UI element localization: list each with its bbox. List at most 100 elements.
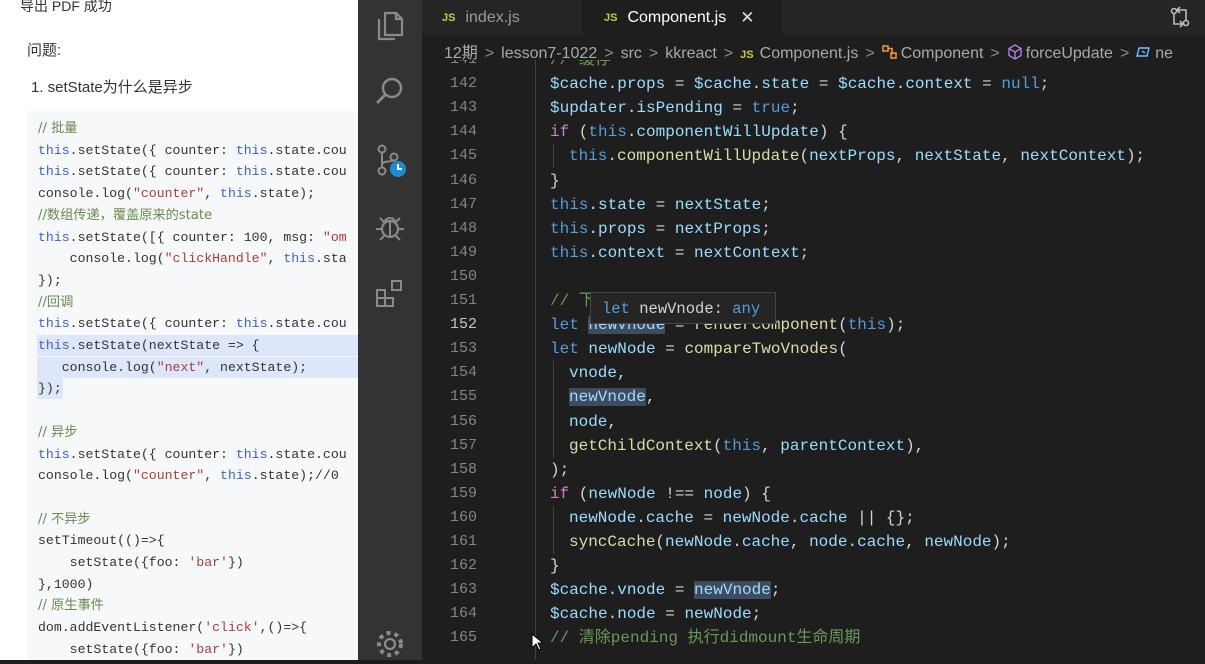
- code-line[interactable]: syncCache(newNode.cache, node.cache, new…: [569, 530, 1011, 554]
- code-line[interactable]: newNode.cache = newNode.cache || {};: [569, 506, 915, 530]
- tab-index-js[interactable]: JS index.js: [442, 0, 582, 35]
- doc-code-token: this: [38, 164, 70, 180]
- extensions-icon[interactable]: [370, 274, 410, 314]
- doc-code-token: ,()=>{: [259, 620, 308, 636]
- code-token: =: [655, 340, 685, 359]
- line-number: 144: [449, 123, 477, 141]
- doc-code-token: 'click': [204, 620, 260, 636]
- code-token: this: [569, 147, 608, 166]
- code-token: .: [607, 581, 618, 600]
- activity-bar: [358, 0, 422, 660]
- code-token: node: [809, 533, 848, 551]
- doc-code-token: this: [235, 164, 268, 180]
- compare-changes-icon[interactable]: [1169, 6, 1191, 33]
- code-token: if: [550, 123, 570, 142]
- code-line[interactable]: $cache.vnode = newVnode;: [550, 578, 780, 602]
- code-token: this: [550, 243, 589, 262]
- doc-code-token: "om: [322, 229, 347, 245]
- indent-guide: [553, 505, 554, 555]
- line-number: 145: [449, 147, 477, 165]
- code-token: .: [626, 123, 637, 142]
- doc-code-line: this.setState({ counter: this.state.cou: [38, 140, 347, 161]
- code-token: }: [550, 557, 560, 576]
- code-line[interactable]: this.context = nextContext;: [550, 241, 809, 265]
- code-line[interactable]: if (newNode !== node) {: [550, 482, 771, 506]
- source-control-icon[interactable]: [370, 140, 410, 180]
- code-token: nextState: [914, 147, 1002, 166]
- code-token: newNode: [722, 508, 790, 527]
- code-line[interactable]: vnode,: [569, 361, 627, 385]
- code-token: // 缓存: [550, 60, 611, 69]
- code-line[interactable]: if (this.componentWillUpdate) {: [550, 120, 848, 144]
- code-token: ;: [751, 605, 762, 624]
- code-token: );: [1125, 147, 1146, 166]
- doc-code-token: 'bar': [188, 555, 228, 570]
- line-number: 160: [449, 508, 477, 526]
- doc-code-token: this: [235, 446, 268, 462]
- code-line[interactable]: this.state = nextState;: [550, 193, 771, 217]
- code-token: (: [713, 436, 723, 455]
- code-line[interactable]: let newNode = compareTwoVnodes(: [550, 337, 848, 361]
- doc-code-token: this: [220, 186, 252, 202]
- code-line[interactable]: );: [550, 458, 569, 482]
- method-symbol-icon: [1007, 44, 1023, 60]
- code-token: nextContext: [694, 243, 800, 262]
- code-line[interactable]: node,: [569, 410, 617, 434]
- code-line[interactable]: }: [550, 169, 560, 193]
- doc-code-token: dom.addEventListener(: [38, 620, 205, 636]
- export-status-text: 导出 PDF 成功: [20, 0, 112, 14]
- code-line[interactable]: // 清除pending 执行didmount生命周期: [550, 626, 860, 650]
- settings-gear-icon[interactable]: [370, 624, 410, 664]
- code-token: props: [598, 219, 647, 238]
- code-token: newVnode: [569, 388, 646, 407]
- code-token: || {};: [847, 508, 915, 527]
- code-line[interactable]: $cache.node = newNode;: [550, 602, 761, 626]
- doc-code-token: .state.cou: [267, 164, 347, 180]
- doc-code-token: // 原生事件: [38, 598, 104, 614]
- code-token: ;: [1039, 75, 1050, 94]
- code-line[interactable]: // 缓存: [550, 60, 611, 72]
- doc-code-line: this.setState({ counter: this.state.cou: [38, 313, 347, 334]
- doc-code-token: .state);//0: [251, 468, 339, 484]
- code-line[interactable]: // 下: [550, 289, 595, 313]
- code-editor[interactable]: 141// 缓存142$cache.props = $cache.state =…: [422, 60, 1205, 660]
- code-token: .: [636, 508, 646, 527]
- code-line[interactable]: this.componentWillUpdate(nextProps, next…: [569, 144, 1145, 168]
- code-line[interactable]: this.props = nextProps;: [550, 217, 771, 241]
- doc-code-line: },1000): [38, 574, 93, 595]
- debug-icon[interactable]: [370, 207, 410, 247]
- code-token: =: [665, 75, 695, 94]
- code-token: cache: [799, 508, 848, 527]
- code-token: .: [847, 533, 858, 551]
- tab-component-js[interactable]: JS Component.js ✕: [582, 0, 782, 35]
- code-token: ,: [645, 388, 656, 407]
- doc-code-token: setState({foo:: [38, 555, 189, 570]
- code-token: ,: [607, 412, 618, 431]
- doc-code-token: this: [38, 142, 70, 158]
- doc-code-token: this: [235, 142, 268, 158]
- code-token: // 清除pending 执行didmount生命周期: [550, 629, 861, 648]
- line-number: 165: [449, 629, 477, 647]
- js-file-icon: JS: [604, 11, 618, 24]
- doc-code-token: console.log(: [38, 468, 133, 484]
- code-token: this: [550, 219, 589, 238]
- code-token: .: [732, 533, 742, 551]
- doc-code-token: .state.cou: [267, 142, 347, 158]
- code-token: (: [569, 484, 589, 503]
- code-line[interactable]: $cache.props = $cache.state = $cache.con…: [550, 72, 1049, 96]
- code-token: .: [588, 243, 599, 262]
- tab-label: index.js: [465, 8, 520, 26]
- doc-code-token: this: [283, 251, 315, 267]
- code-line[interactable]: getChildContext(this, parentContext),: [569, 434, 924, 458]
- files-icon[interactable]: [370, 6, 410, 46]
- code-token: this: [722, 436, 762, 455]
- code-line[interactable]: newVnode,: [569, 385, 655, 409]
- code-token: this: [847, 316, 887, 335]
- search-icon[interactable]: [370, 71, 410, 111]
- line-number: 161: [449, 533, 477, 550]
- code-line[interactable]: }: [550, 554, 560, 578]
- code-token: getChildContext: [569, 436, 714, 455]
- close-icon[interactable]: ✕: [740, 8, 754, 28]
- doc-code-line: //回调: [38, 292, 73, 313]
- code-line[interactable]: $updater.isPending = true;: [550, 96, 800, 120]
